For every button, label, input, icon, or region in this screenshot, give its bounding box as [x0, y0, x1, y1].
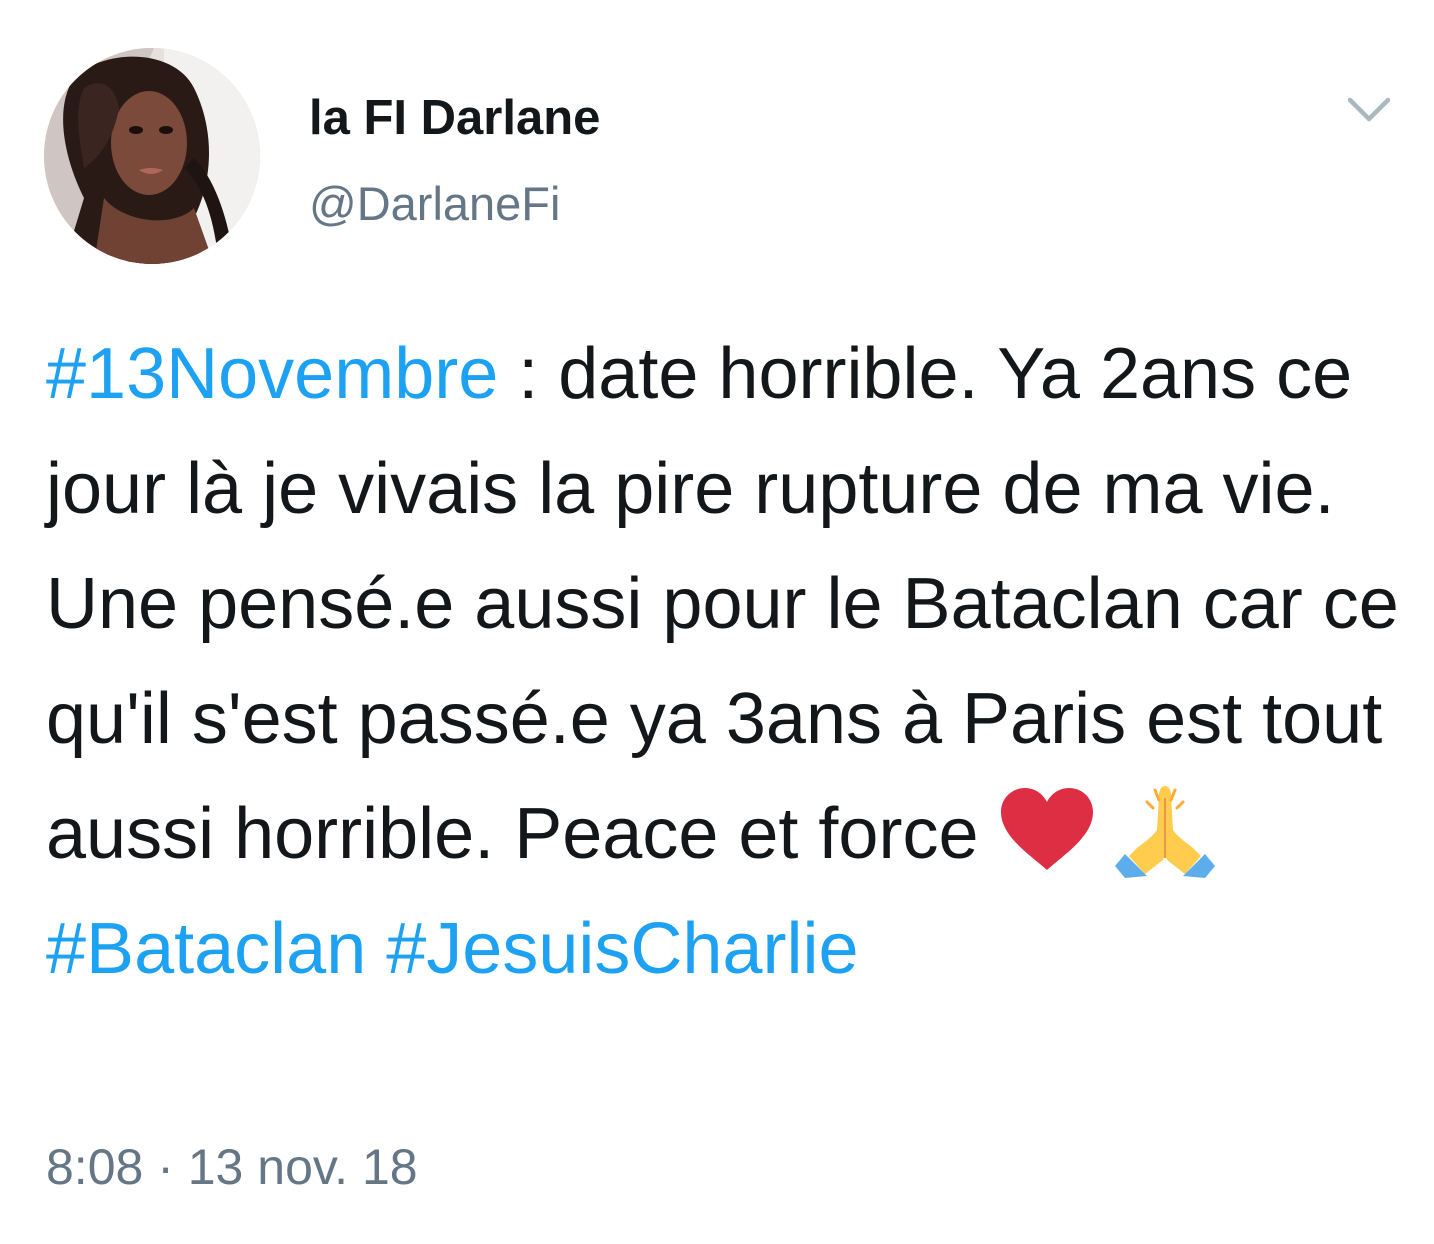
hashtag-bataclan[interactable]: #Bataclan [46, 909, 366, 989]
hashtag-13novembre[interactable]: #13Novembre [46, 334, 498, 414]
tweet-text: #13Novembre : date horrible. Ya 2ans ce … [46, 317, 1406, 1007]
hashtag-jesuischarlie[interactable]: #JesuisCharlie [386, 909, 858, 989]
tweet-card[interactable]: la FI Darlane @DarlaneFi #13Novembre : d… [0, 0, 1434, 1244]
chevron-down-icon[interactable] [1344, 92, 1394, 128]
avatar-photo [44, 48, 260, 264]
red-heart-icon [1000, 788, 1093, 870]
folded-hands-icon [1114, 786, 1215, 878]
display-name[interactable]: la FI Darlane [309, 88, 600, 148]
avatar[interactable] [44, 48, 260, 264]
tweet-timestamp[interactable]: 8:08 · 13 nov. 18 [46, 1136, 418, 1198]
user-handle[interactable]: @DarlaneFi [309, 175, 560, 233]
